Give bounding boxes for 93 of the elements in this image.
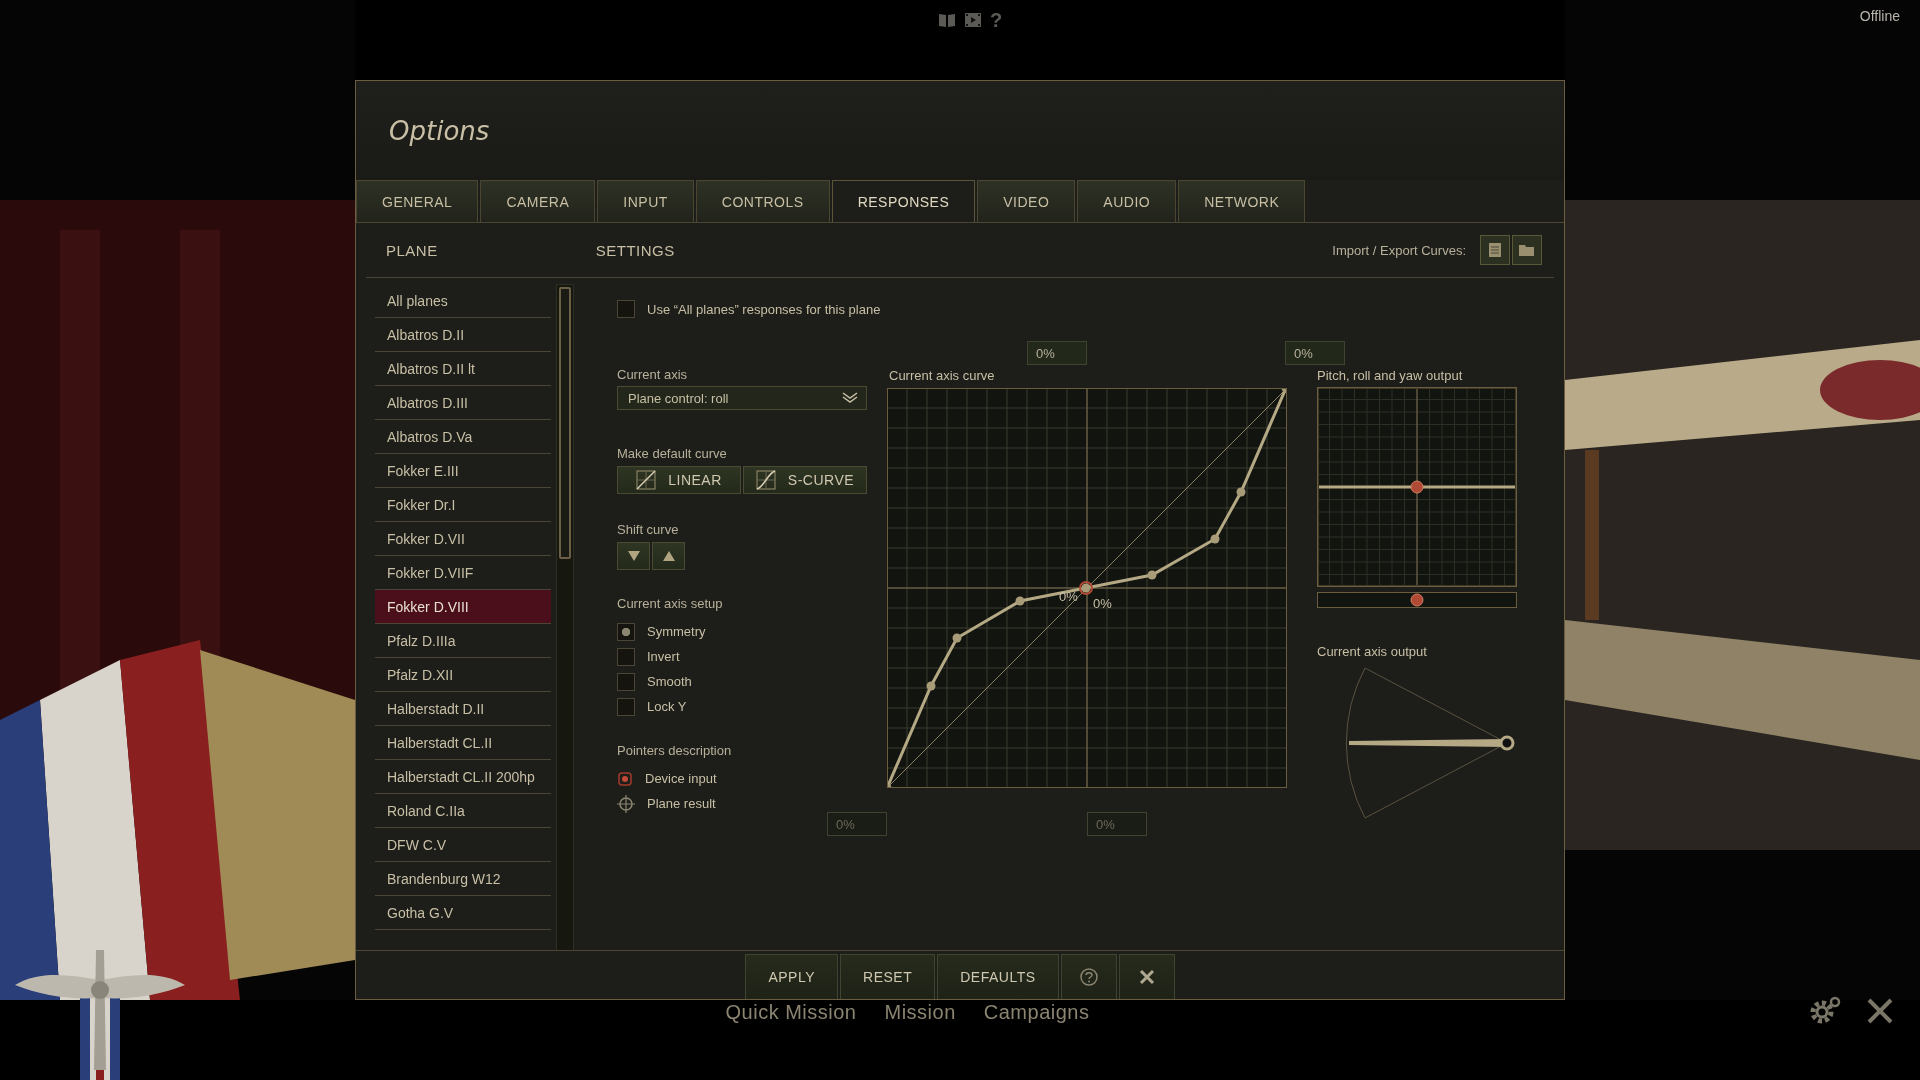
nav-link[interactable]: Campaigns — [983, 1000, 1090, 1024]
chart-title: Current axis curve — [889, 368, 995, 383]
field-label: Current axis setup — [617, 596, 723, 611]
curve-editor-drawing[interactable] — [887, 388, 1287, 788]
checkbox-label: Symmetry — [647, 624, 706, 639]
plane-list-item[interactable]: Albatros D.II — [375, 318, 551, 352]
s-curve-icon — [755, 470, 776, 490]
triangle-down-icon — [626, 550, 641, 562]
legend-label: Plane result — [647, 796, 716, 811]
tab[interactable]: INPUT — [597, 180, 694, 222]
dropdown-value: Plane control: roll — [628, 390, 729, 406]
footer-button[interactable]: APPLY — [745, 954, 839, 999]
curve-button[interactable]: S-CURVE — [743, 466, 867, 494]
value-label: 0% — [1027, 341, 1087, 365]
document-icon — [1488, 242, 1502, 258]
scrollbar[interactable] — [556, 284, 574, 951]
crosshair-icon — [617, 794, 635, 813]
nav-link[interactable]: Quick Mission — [725, 1000, 857, 1024]
scrollbar-thumb[interactable] — [559, 287, 571, 559]
shift-down-button[interactable] — [617, 542, 650, 570]
plane-list-item[interactable]: Halberstadt D.II — [375, 692, 551, 726]
close-button[interactable] — [1118, 954, 1175, 999]
plane-list-item[interactable]: Fokker D.VIII — [375, 590, 551, 624]
tab[interactable]: GENERAL — [356, 180, 479, 222]
book-icon[interactable] — [937, 12, 956, 28]
plane-list-item[interactable]: All planes — [375, 284, 551, 318]
plane-list-item[interactable]: Pfalz D.IIIa — [375, 624, 551, 658]
legend-label: Device input — [645, 771, 717, 786]
nav-link[interactable]: Mission — [884, 1000, 956, 1024]
plane-list-item[interactable]: Roland C.IIa — [375, 794, 551, 828]
field-label: Shift curve — [617, 522, 679, 537]
close-icon — [1137, 968, 1156, 986]
checkbox[interactable] — [617, 697, 635, 716]
plane-list-item[interactable]: Halberstadt CL.II — [375, 726, 551, 760]
plane-list-item[interactable]: Albatros D.Va — [375, 420, 551, 454]
plane-list-item[interactable]: Fokker E.III — [375, 454, 551, 488]
triangle-up-icon — [661, 550, 676, 562]
plane-list-item[interactable]: Albatros D.III — [375, 386, 551, 420]
curve-button[interactable]: LINEAR — [617, 466, 741, 494]
folder-icon — [1518, 243, 1536, 257]
plane-list-item[interactable]: Fokker Dr.I — [375, 488, 551, 522]
section-heading: SETTINGS — [595, 241, 675, 259]
value-label: 0% — [1087, 812, 1147, 836]
help-button[interactable] — [1060, 954, 1117, 999]
plane-list-item[interactable]: Pfalz D.XII — [375, 658, 551, 692]
connection-status: Offline — [1859, 8, 1900, 24]
value-label: 0% — [827, 812, 887, 836]
film-icon[interactable] — [963, 12, 982, 28]
value-label: 0% — [1285, 341, 1345, 365]
tab[interactable]: CAMERA — [480, 180, 596, 222]
checkbox-label: Invert — [647, 649, 680, 664]
plane-list-item[interactable]: Gotha G.V — [375, 896, 551, 930]
chart-title: Current axis output — [1317, 644, 1428, 659]
tab[interactable]: RESPONSES — [831, 180, 976, 222]
axis-dropdown[interactable]: Plane control: roll — [617, 386, 867, 410]
footer-button[interactable]: DEFAULTS — [937, 954, 1059, 999]
checkbox[interactable] — [617, 300, 635, 318]
checkbox[interactable] — [617, 647, 635, 666]
target-icon — [617, 770, 633, 787]
shift-up-button[interactable] — [652, 542, 685, 570]
checkbox-label: Lock Y — [647, 699, 687, 714]
export-button[interactable] — [1480, 235, 1510, 265]
field-label: Make default curve — [617, 446, 727, 461]
checkbox[interactable] — [617, 672, 635, 691]
import-export-label: Import / Export Curves: — [1332, 242, 1466, 258]
target-marker — [1410, 593, 1424, 607]
dialog-title: Options — [389, 115, 490, 146]
tab[interactable]: CONTROLS — [695, 180, 830, 222]
close-icon[interactable] — [1866, 997, 1894, 1025]
import-button[interactable] — [1512, 235, 1542, 265]
value-label: 0% — [1059, 589, 1078, 604]
tab[interactable]: VIDEO — [977, 180, 1076, 222]
footer-button[interactable]: RESET — [840, 954, 936, 999]
settings-icon[interactable] — [1808, 996, 1842, 1026]
field-label: Pointers description — [617, 743, 732, 758]
checkbox-label: Use “All planes” responses for this plane — [647, 301, 881, 317]
target-marker — [1410, 480, 1424, 494]
tab[interactable]: NETWORK — [1178, 180, 1306, 222]
tab[interactable]: AUDIO — [1077, 180, 1177, 222]
plane-list-item[interactable]: DFW C.V — [375, 828, 551, 862]
plane-list-item[interactable]: Albatros D.II lt — [375, 352, 551, 386]
field-label: Current axis — [617, 367, 688, 382]
plane-list-item[interactable]: Fokker D.VII — [375, 522, 551, 556]
chevron-down-icon — [842, 392, 858, 404]
plane-list-item[interactable]: Brandenburg W12 — [375, 862, 551, 896]
plane-list-item[interactable]: Halberstadt CL.II 200hp — [375, 760, 551, 794]
value-label: 0% — [1093, 596, 1112, 611]
checkbox-label: Smooth — [647, 674, 692, 689]
section-heading: PLANE — [386, 241, 438, 259]
question-icon — [1078, 967, 1099, 987]
linear-curve-icon — [636, 470, 657, 490]
checkbox[interactable] — [617, 622, 635, 641]
chart-title: Pitch, roll and yaw output — [1317, 368, 1464, 383]
